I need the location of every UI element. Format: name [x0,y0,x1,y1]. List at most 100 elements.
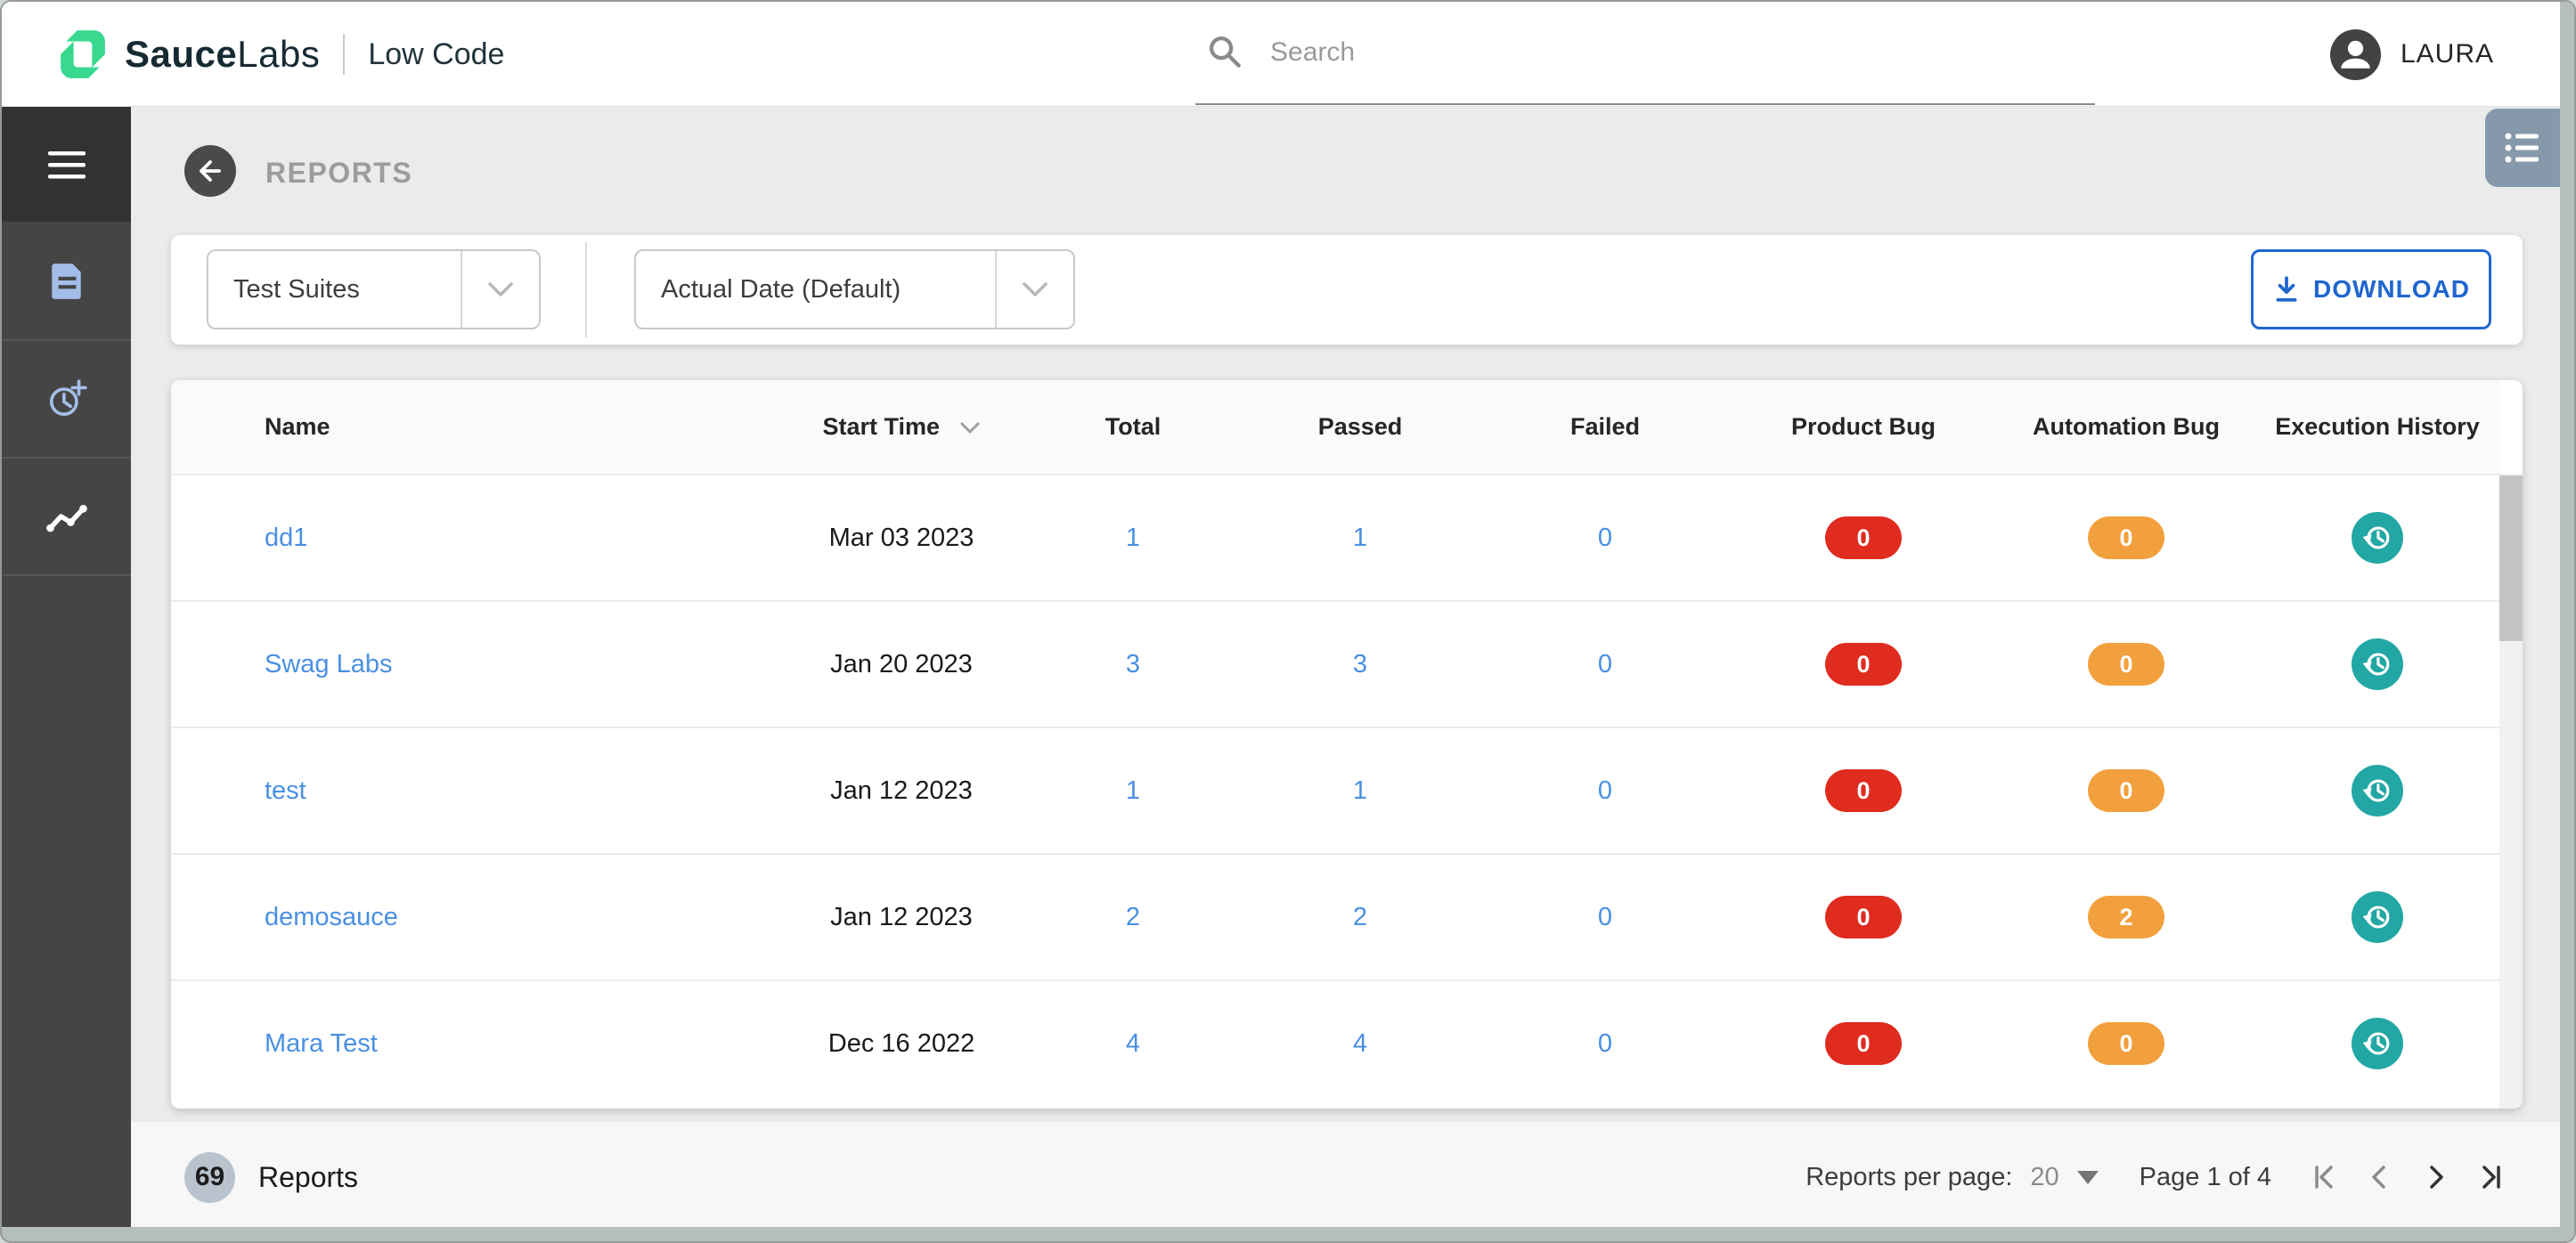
saucelabs-logo-icon [61,30,105,78]
product-bug-badge: 0 [1825,643,1902,686]
clock-history-icon [2362,906,2390,929]
product-bug-badge: 0 [1825,1022,1902,1065]
total-link[interactable]: 2 [1026,903,1240,932]
previous-page-button[interactable] [2357,1154,2403,1200]
table-row: dd1 Mar 03 2023 1 1 0 0 0 [171,474,2499,600]
next-page-button[interactable] [2412,1154,2458,1200]
report-count-badge: 69 [184,1151,235,1203]
passed-link[interactable]: 3 [1240,650,1480,679]
failed-link[interactable]: 0 [1480,524,1730,553]
passed-link[interactable]: 1 [1240,776,1480,806]
product-name: Low Code [368,37,505,71]
automation-bug-badge: 0 [2088,516,2164,559]
column-header-product-bug: Product Bug [1791,413,1936,440]
report-name-link[interactable]: Mara Test [171,1029,777,1059]
page-vertical-scrollbar[interactable] [2560,2,2574,1241]
sort-chevron-down-icon[interactable] [959,421,981,435]
person-icon [2341,40,2370,69]
column-header-execution-history: Execution History [2275,413,2480,440]
per-page-label: Reports per page: [1806,1162,2013,1191]
pagination-bar: 69 Reports Reports per page: 20 Page 1 o… [131,1122,2564,1232]
sidebar-item-analytics-active[interactable] [2,459,131,576]
table-body: dd1 Mar 03 2023 1 1 0 0 0 Swag Labs Jan … [171,474,2499,1106]
execution-history-button[interactable] [2352,765,2403,816]
download-button-label: DOWNLOAD [2313,275,2470,303]
sidebar-item-schedules[interactable] [2,341,131,459]
passed-link[interactable]: 2 [1240,903,1480,932]
first-page-button[interactable] [2302,1154,2348,1200]
start-time-cell: Jan 12 2023 [830,902,973,931]
product-bug-badge: 0 [1825,516,1902,559]
total-link[interactable]: 1 [1026,524,1240,553]
column-header-name: Name [265,413,330,440]
clock-history-icon [2362,653,2390,676]
table-scrollbar-thumb[interactable] [2499,475,2523,641]
chevron-down-icon [1023,282,1048,297]
page-status: Page 1 of 4 [2139,1162,2271,1191]
clock-history-icon [2362,526,2390,549]
table-header-row: Name Start Time Total Passed Failed Prod… [171,380,2499,474]
per-page-dropdown-caret-icon[interactable] [2076,1170,2099,1184]
passed-link[interactable]: 4 [1240,1029,1480,1059]
passed-link[interactable]: 1 [1240,524,1480,553]
automation-bug-badge: 0 [2088,769,2164,812]
table-row: Swag Labs Jan 20 2023 3 3 0 0 0 [171,600,2499,727]
total-link[interactable]: 1 [1026,776,1240,806]
user-name: LAURA [2400,39,2494,69]
dropdown-arrow-zone [461,251,539,328]
user-menu[interactable]: LAURA [2329,2,2494,107]
report-name-link[interactable]: Swag Labs [171,650,777,679]
report-count-label: Reports [258,1160,359,1193]
sidebar-item-menu[interactable] [2,107,131,223]
column-header-start-time[interactable]: Start Time [777,413,1026,441]
table-row: Mara Test Dec 16 2022 4 4 0 0 0 [171,979,2499,1106]
download-button[interactable]: DOWNLOAD [2251,249,2491,329]
filter-divider [585,242,587,337]
failed-link[interactable]: 0 [1480,650,1730,679]
view-toggle-button[interactable] [2485,109,2560,187]
hamburger-menu-icon [47,150,86,178]
search-icon [1209,36,1241,68]
page-horizontal-scrollbar[interactable] [2,1227,2574,1241]
execution-history-button[interactable] [2352,512,2403,564]
execution-history-button[interactable] [2352,1018,2403,1069]
sidebar-item-reports[interactable] [2,223,131,341]
dropdown-arrow-zone [995,251,1073,328]
report-name-link[interactable]: demosauce [171,903,777,932]
execution-history-button[interactable] [2352,638,2403,690]
execution-history-button[interactable] [2352,891,2403,943]
sidebar [2,107,131,1241]
column-header-passed: Passed [1317,413,1403,440]
column-header-total: Total [1105,413,1162,440]
clock-history-icon [2362,779,2390,802]
chevron-down-icon [488,282,513,297]
total-link[interactable]: 4 [1026,1029,1240,1059]
report-name-link[interactable]: dd1 [171,524,777,553]
date-type-dropdown[interactable]: Actual Date (Default) [634,249,1075,329]
start-time-cell: Jan 20 2023 [830,649,973,678]
search-bar[interactable] [1195,2,2095,105]
product-bug-badge: 0 [1825,896,1902,938]
last-page-button[interactable] [2467,1154,2514,1200]
automation-bug-badge: 2 [2088,896,2164,938]
bulleted-list-icon [2505,133,2539,163]
back-button[interactable] [184,145,236,197]
report-name-link[interactable]: test [171,776,777,806]
arrow-left-icon [200,160,221,182]
brand-divider [343,34,346,75]
search-input[interactable] [1270,37,2027,68]
failed-link[interactable]: 0 [1480,1029,1730,1059]
failed-link[interactable]: 0 [1480,776,1730,806]
pagination-controls: Reports per page: 20 Page 1 of 4 [1806,1154,2514,1200]
start-time-cell: Jan 12 2023 [830,776,973,805]
avatar [2329,28,2381,80]
brand-name: SauceLabs [125,33,321,75]
test-suites-dropdown[interactable]: Test Suites [207,249,541,329]
report-count: 69 Reports [184,1151,359,1203]
table-scrollbar-track[interactable] [2499,474,2523,1109]
filter-bar: Test Suites Actual Date (Default) DOWNLO… [171,235,2523,345]
failed-link[interactable]: 0 [1480,903,1730,932]
total-link[interactable]: 3 [1026,650,1240,679]
download-icon [2276,276,2297,302]
per-page-value[interactable]: 20 [2030,1163,2058,1192]
